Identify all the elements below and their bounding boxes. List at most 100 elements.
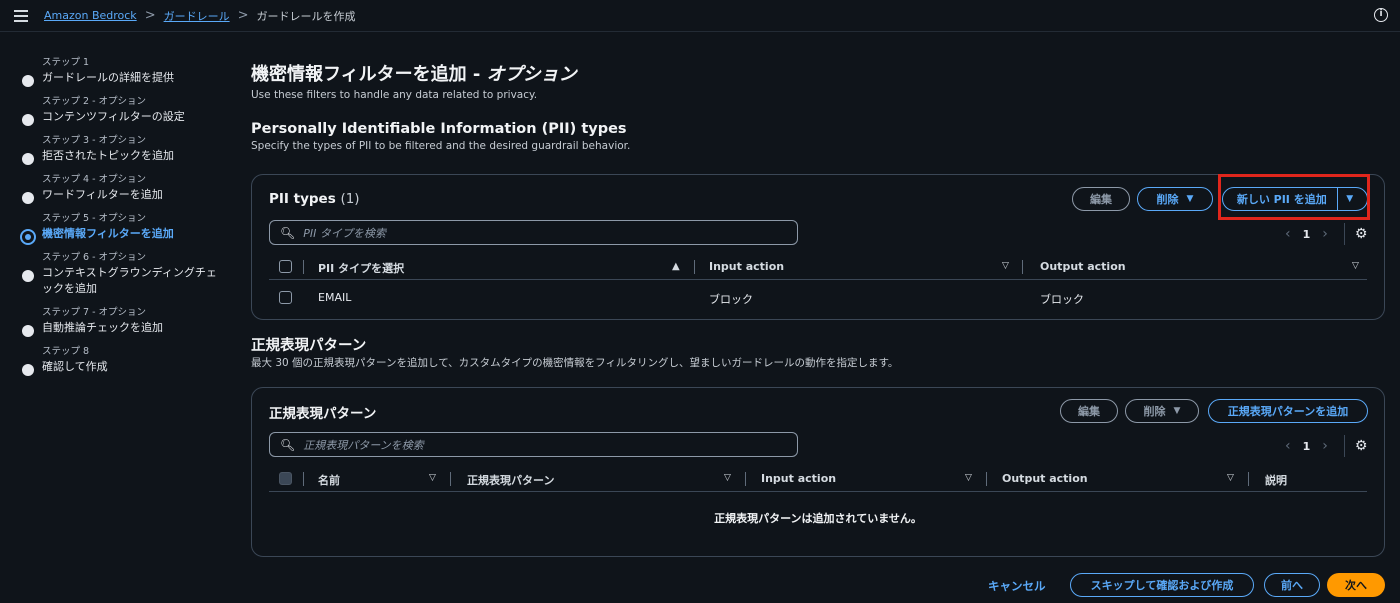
menu-icon[interactable] (14, 9, 28, 22)
settings-gear-icon[interactable]: ⚙ (1355, 438, 1368, 454)
pager-divider (1343, 435, 1345, 457)
column-output-action[interactable]: Output action (1040, 260, 1126, 273)
step-title: ワードフィルターを追加 (42, 188, 163, 201)
pii-types-panel: PII types (1) 編集 削除 ▼ 新しい PII を追加 ▼ 🔍︎ PI… (251, 174, 1385, 320)
column-separator (694, 260, 695, 274)
main-content: 機密情報フィルターを追加 - オプション Use these filters t… (251, 62, 1386, 153)
step-number: ステップ 4 - オプション (42, 174, 147, 185)
column-separator (450, 472, 451, 486)
pii-section-title: Personally Identifiable Information (PII… (251, 121, 627, 137)
step-2[interactable]: ステップ 2 - オプション コンテンツフィルターの設定 (20, 95, 230, 126)
caret-down-icon: ▼ (1186, 194, 1194, 204)
next-button[interactable]: 次へ (1327, 573, 1385, 597)
sort-icon[interactable]: ▽ (965, 473, 972, 483)
column-regex-pattern[interactable]: 正規表現パターン (467, 472, 554, 488)
step-8[interactable]: ステップ 8 確認して作成 (20, 345, 230, 376)
step-dot-icon (22, 114, 34, 126)
pii-section-description: Specify the types of PII to be filtered … (251, 140, 631, 152)
step-5-active[interactable]: ステップ 5 - オプション 機密情報フィルターを追加 (20, 212, 230, 245)
current-page[interactable]: 1 (1303, 440, 1311, 453)
step-dot-icon (22, 325, 34, 337)
sort-icon[interactable]: ▽ (724, 473, 731, 483)
add-regex-button[interactable]: 正規表現パターンを追加 (1208, 399, 1368, 423)
next-page-icon[interactable]: › (1322, 438, 1328, 454)
breadcrumb-guardrails[interactable]: ガードレール (164, 8, 230, 24)
select-all-checkbox (279, 472, 292, 485)
step-dot-icon (22, 75, 34, 87)
prev-page-icon[interactable]: ‹ (1285, 438, 1291, 454)
pii-count: (1) (340, 191, 360, 207)
pii-search-placeholder: PII タイプを検索 (303, 226, 386, 240)
skip-to-review-button[interactable]: スキップして確認および作成 (1070, 573, 1254, 597)
caret-down-icon: ▼ (1173, 406, 1181, 416)
breadcrumb-separator: > (144, 8, 156, 23)
column-name[interactable]: 名前 (318, 472, 340, 488)
select-all-checkbox[interactable] (279, 260, 292, 273)
column-description[interactable]: 説明 (1265, 472, 1287, 488)
step-number: ステップ 2 - オプション (42, 96, 147, 107)
step-title: コンテンツフィルターの設定 (42, 110, 185, 123)
sort-ascending-icon[interactable]: ▲ (672, 261, 680, 272)
pii-type-cell: EMAIL (318, 291, 352, 304)
step-title-line2: ックを追加 (42, 282, 97, 295)
next-page-icon[interactable]: › (1322, 226, 1328, 242)
step-4[interactable]: ステップ 4 - オプション ワードフィルターを追加 (20, 173, 230, 204)
regex-edit-button[interactable]: 編集 (1060, 399, 1118, 423)
pii-delete-label: 削除 (1156, 193, 1179, 206)
column-pii-type[interactable]: PII タイプを選択 (318, 260, 404, 276)
regex-panel-title: 正規表現パターン (269, 406, 377, 422)
sort-icon[interactable]: ▽ (1002, 261, 1009, 271)
regex-pagination: ‹ 1 › ⚙ (1273, 435, 1367, 457)
regex-table-header: 名前 ▽ 正規表現パターン ▽ Input action ▽ Output ac… (269, 466, 1367, 492)
previous-button[interactable]: 前へ (1264, 573, 1320, 597)
column-input-action[interactable]: Input action (761, 472, 836, 485)
column-output-action[interactable]: Output action (1002, 472, 1088, 485)
prev-page-icon[interactable]: ‹ (1285, 226, 1291, 242)
step-1[interactable]: ステップ 1 ガードレールの詳細を提供 (20, 56, 230, 87)
sort-icon[interactable]: ▽ (429, 473, 436, 483)
breadcrumb-bedrock[interactable]: Amazon Bedrock (44, 9, 137, 22)
wizard-steps: ステップ 1 ガードレールの詳細を提供 ステップ 2 - オプション コンテンツ… (20, 56, 230, 384)
step-number: ステップ 6 - オプション (42, 252, 147, 263)
step-number: ステップ 5 - オプション (42, 213, 147, 224)
output-action-cell: ブロック (1040, 293, 1084, 306)
highlight-box (1218, 174, 1370, 220)
step-number: ステップ 3 - オプション (42, 135, 147, 146)
step-number: ステップ 8 (42, 346, 90, 357)
step-3[interactable]: ステップ 3 - オプション 拒否されたトピックを追加 (20, 134, 230, 165)
column-separator (303, 260, 304, 274)
regex-search-placeholder: 正規表現パターンを検索 (303, 438, 424, 452)
step-dot-icon (22, 192, 34, 204)
step-6[interactable]: ステップ 6 - オプション コンテキストグラウンディングチェ ックを追加 (20, 251, 230, 297)
regex-patterns-panel: 正規表現パターン 編集 削除 ▼ 正規表現パターンを追加 🔍︎ 正規表現パターンを… (251, 387, 1385, 557)
pii-table-header: PII タイプを選択 ▲ Input action ▽ Output actio… (269, 254, 1367, 280)
step-dot-icon (22, 153, 34, 165)
regex-section-header: 正規表現パターン 最大 30 個の正規表現パターンを追加して、カスタムタイプの機… (251, 336, 1386, 370)
column-input-action[interactable]: Input action (709, 260, 784, 273)
regex-delete-button[interactable]: 削除 ▼ (1125, 399, 1199, 423)
cancel-link[interactable]: キャンセル (988, 578, 1046, 594)
regex-search-input[interactable]: 🔍︎ 正規表現パターンを検索 (269, 432, 798, 457)
pii-edit-button[interactable]: 編集 (1072, 187, 1130, 211)
pii-panel-title-text: PII types (269, 191, 336, 207)
regex-delete-label: 削除 (1143, 405, 1166, 418)
regex-section-title: 正規表現パターン (251, 338, 367, 354)
page-title: 機密情報フィルターを追加 - オプション (251, 62, 1386, 88)
step-number: ステップ 1 (42, 57, 90, 68)
sort-icon[interactable]: ▽ (1227, 473, 1234, 483)
column-separator (1022, 260, 1023, 274)
pii-search-input[interactable]: 🔍︎ PII タイプを検索 (269, 220, 798, 245)
step-7[interactable]: ステップ 7 - オプション 自動推論チェックを追加 (20, 306, 230, 337)
settings-gear-icon[interactable]: ⚙ (1355, 226, 1368, 242)
pii-delete-button[interactable]: 削除 ▼ (1137, 187, 1213, 211)
page-title-optional: オプション (486, 64, 577, 85)
row-checkbox[interactable] (279, 291, 292, 304)
pii-pagination: ‹ 1 › ⚙ (1273, 223, 1367, 245)
breadcrumb-separator: > (237, 8, 249, 23)
table-row: EMAIL ブロック ブロック (269, 285, 1367, 311)
info-icon[interactable]: i (1374, 8, 1388, 22)
current-page[interactable]: 1 (1303, 228, 1311, 241)
breadcrumb-current: ガードレールを作成 (256, 9, 356, 23)
sort-icon[interactable]: ▽ (1352, 261, 1359, 271)
page-description: Use these filters to handle any data rel… (251, 89, 538, 101)
